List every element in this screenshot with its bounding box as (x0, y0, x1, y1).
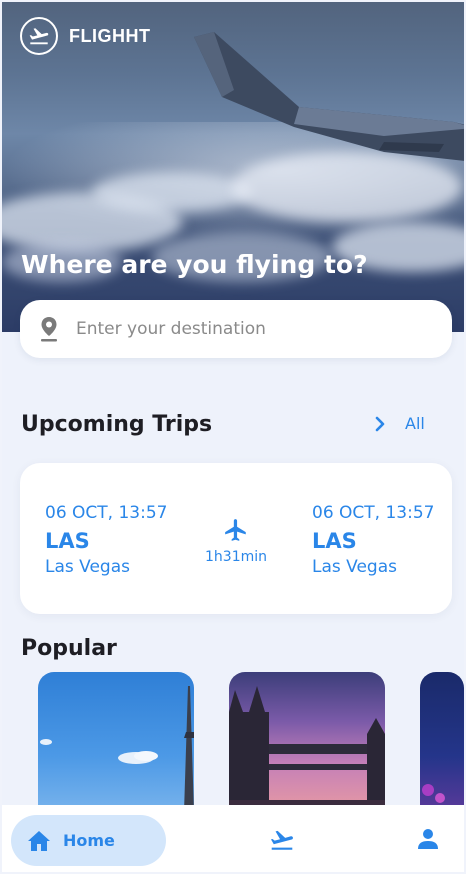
app-screen: FLIGHHT Where are you flying to? Upcomin… (2, 2, 464, 872)
popular-card-london[interactable] (229, 672, 385, 812)
departure-code: LAS (45, 529, 90, 553)
departure-city: Las Vegas (45, 557, 130, 577)
brand-logo[interactable]: FLIGHHT (20, 17, 151, 55)
popular-card-night-city[interactable] (420, 672, 464, 812)
plane-takeoff-icon (20, 17, 58, 55)
hero-title: Where are you flying to? (21, 250, 368, 279)
hero-banner: FLIGHHT Where are you flying to? (2, 2, 464, 332)
view-all-trips-link[interactable]: All (374, 414, 425, 433)
flights-icon (270, 830, 293, 850)
paris-eiffel-tower-image (40, 686, 194, 812)
bottom-navigation: Home (2, 805, 464, 872)
destination-input[interactable] (76, 319, 416, 339)
trip-duration: 1h31min (205, 549, 267, 565)
profile-icon (418, 829, 438, 849)
upcoming-trip-card[interactable]: 06 OCT, 13:57 LAS Las Vegas 1h31min 06 O… (20, 463, 452, 614)
airplane-wing-image (194, 32, 464, 161)
nav-flights-button[interactable] (268, 827, 296, 857)
airplane-icon (225, 519, 246, 541)
nav-home-label: Home (63, 831, 115, 850)
destination-search-bar[interactable] (20, 300, 452, 358)
chevron-right-icon (375, 416, 385, 431)
nav-profile-button[interactable] (416, 827, 440, 855)
city-night-image (422, 784, 445, 803)
trip-duration-block: 1h31min (204, 517, 268, 565)
arrival-datetime: 06 OCT, 13:57 (312, 503, 435, 523)
upcoming-trips-heading: Upcoming Trips (21, 412, 213, 437)
popular-carousel[interactable] (2, 672, 464, 812)
trip-departure: 06 OCT, 13:57 LAS Las Vegas (45, 503, 167, 577)
brand-name: FLIGHHT (69, 25, 151, 46)
popular-heading: Popular (21, 636, 117, 661)
popular-card-paris[interactable] (38, 672, 194, 812)
arrival-code: LAS (312, 529, 357, 553)
view-all-label: All (405, 414, 425, 433)
london-tower-bridge-image (229, 686, 385, 812)
arrival-city: Las Vegas (312, 557, 397, 577)
trip-arrival: 06 OCT, 13:57 LAS Las Vegas (312, 503, 434, 577)
departure-datetime: 06 OCT, 13:57 (45, 503, 168, 523)
home-icon (28, 830, 50, 851)
location-pin-icon (41, 317, 57, 342)
nav-home-button[interactable]: Home (11, 815, 166, 866)
